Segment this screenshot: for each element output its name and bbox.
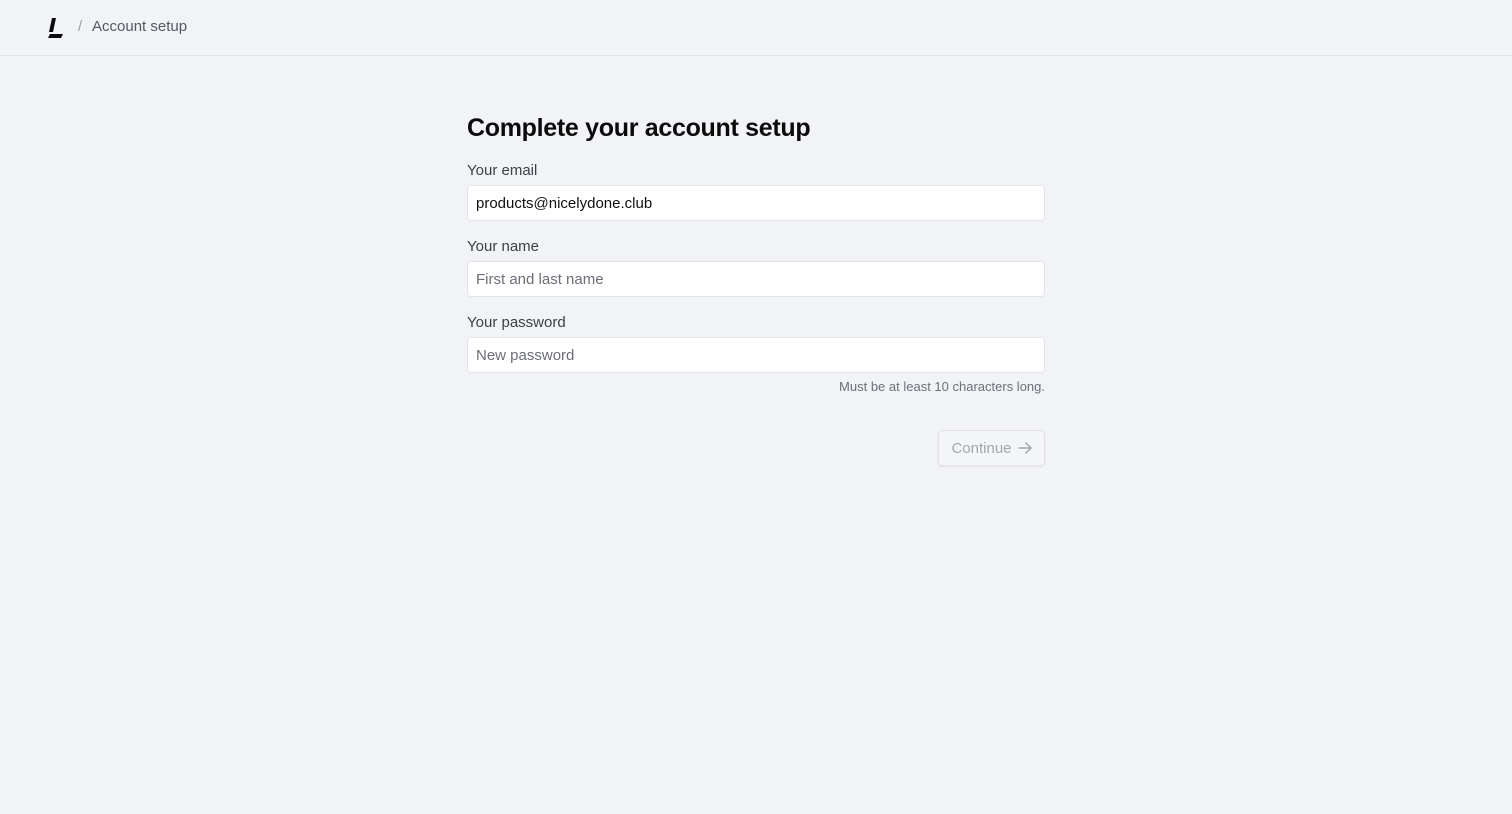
password-hint: Must be at least 10 characters long. [839, 379, 1045, 394]
arrow-right-icon [1017, 441, 1032, 455]
password-label: Your password [467, 314, 566, 331]
account-setup-form: Complete your account setup Your email Y… [467, 112, 1045, 466]
email-label: Your email [467, 162, 538, 179]
name-field[interactable] [467, 261, 1045, 297]
page-title: Complete your account setup [467, 114, 811, 142]
app-logo-icon[interactable] [46, 17, 66, 39]
top-bar: / Account setup [0, 0, 1512, 56]
breadcrumb-account-setup: Account setup [92, 18, 188, 35]
name-label: Your name [467, 238, 539, 255]
breadcrumb-separator: / [78, 18, 83, 35]
continue-button-label: Continue [951, 439, 1012, 457]
email-field[interactable] [467, 185, 1045, 221]
continue-button[interactable]: Continue [938, 430, 1045, 466]
password-field[interactable] [467, 337, 1045, 373]
